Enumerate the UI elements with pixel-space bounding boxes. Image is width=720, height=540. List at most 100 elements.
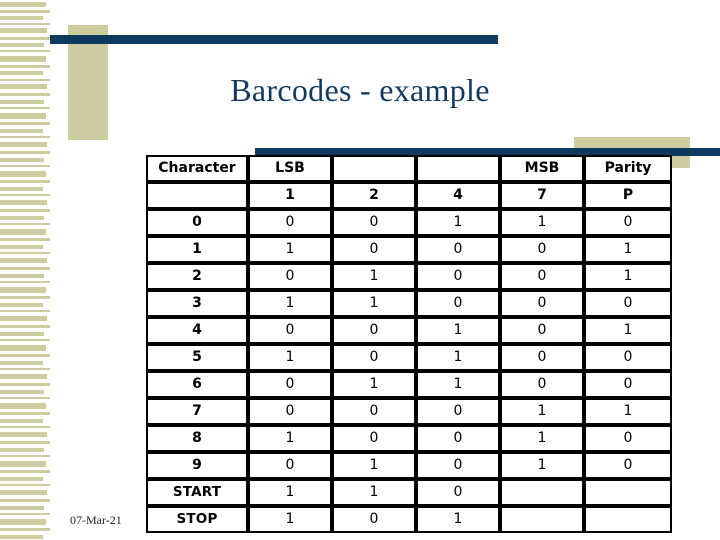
bit-cell <box>500 479 584 506</box>
stripe-line <box>0 374 47 379</box>
stripe-line <box>0 258 47 263</box>
page-title: Barcodes - example <box>230 72 490 108</box>
bit-cell: 0 <box>248 209 332 236</box>
column-header-blank-2 <box>332 155 416 182</box>
column-header-msb: MSB <box>500 155 584 182</box>
bit-cell: 0 <box>500 290 584 317</box>
stripe-line <box>0 223 50 225</box>
table-row: 000110 <box>146 209 672 236</box>
stripe-line <box>0 490 47 495</box>
table-header-row: Character LSB MSB Parity <box>146 155 672 182</box>
stripe-line <box>0 2 46 7</box>
parity-cell <box>584 506 672 533</box>
row-character-label: STOP <box>146 506 248 533</box>
bit-cell: 1 <box>248 425 332 452</box>
stripe-line <box>0 65 50 68</box>
bit-cell: 1 <box>248 506 332 533</box>
footer-date: 07-Mar-21 <box>70 513 122 527</box>
stripe-line <box>0 499 50 502</box>
stripe-line <box>0 158 44 162</box>
bit-cell: 1 <box>500 425 584 452</box>
bit-cell: 0 <box>416 425 500 452</box>
parity-cell: 1 <box>584 263 672 290</box>
stripe-line <box>0 310 50 312</box>
stripe-line <box>0 461 46 467</box>
parity-cell: 0 <box>584 425 672 452</box>
row-character-label: 3 <box>146 290 248 317</box>
stripe-line <box>0 484 50 486</box>
bit-cell: 0 <box>416 398 500 425</box>
stripe-line <box>0 10 50 13</box>
stripe-line <box>0 37 50 40</box>
bit-cell: 0 <box>332 506 416 533</box>
stripe-line <box>0 361 43 365</box>
bit-cell: 0 <box>416 236 500 263</box>
stripe-line <box>0 513 50 515</box>
table-row: 810010 <box>146 425 672 452</box>
row-character-label: 1 <box>146 236 248 263</box>
bit-cell: 1 <box>248 236 332 263</box>
stripe-line <box>0 245 43 249</box>
stripe-line <box>0 412 50 415</box>
stripe-line <box>0 325 50 328</box>
stripe-line <box>0 216 44 220</box>
bit-weight-blank <box>146 182 248 209</box>
parity-cell: 0 <box>584 452 672 479</box>
bit-weight-7: 7 <box>500 182 584 209</box>
bit-weight-4: 4 <box>416 182 500 209</box>
column-header-lsb: LSB <box>248 155 332 182</box>
bit-cell: 0 <box>500 236 584 263</box>
bit-cell: 1 <box>416 317 500 344</box>
stripe-line <box>0 383 50 386</box>
bit-cell: 0 <box>416 263 500 290</box>
stripe-line <box>0 252 50 254</box>
table-row: START 1 1 0 <box>146 479 672 506</box>
stripe-line <box>0 354 50 357</box>
stripe-line <box>0 419 43 423</box>
bit-cell: 0 <box>416 479 500 506</box>
row-character-label: 8 <box>146 425 248 452</box>
stripe-line <box>0 274 44 278</box>
bit-cell: 1 <box>500 452 584 479</box>
parity-cell: 1 <box>584 398 672 425</box>
bit-cell: 0 <box>248 452 332 479</box>
stripe-line <box>0 122 50 125</box>
bit-cell: 1 <box>332 371 416 398</box>
bit-cell: 0 <box>248 317 332 344</box>
parity-cell: 0 <box>584 344 672 371</box>
parity-cell: 0 <box>584 371 672 398</box>
stripe-line <box>0 506 44 510</box>
row-character-label: 9 <box>146 452 248 479</box>
row-character-label: 6 <box>146 371 248 398</box>
bit-cell: 0 <box>248 371 332 398</box>
bit-cell <box>500 506 584 533</box>
stripe-line <box>0 519 46 525</box>
stripe-line <box>0 528 50 531</box>
bit-cell: 1 <box>416 371 500 398</box>
parity-cell: 1 <box>584 236 672 263</box>
slide-canvas: Barcodes - example Character LSB MSB Parity… <box>0 0 720 540</box>
table-row: 700011 <box>146 398 672 425</box>
column-header-parity: Parity <box>584 155 672 182</box>
bit-cell: 1 <box>416 209 500 236</box>
stripe-line <box>0 142 47 147</box>
bit-cell: 0 <box>332 398 416 425</box>
stripe-line <box>0 171 46 177</box>
stripe-line <box>0 16 43 20</box>
bit-cell: 1 <box>248 344 332 371</box>
row-character-label: 4 <box>146 317 248 344</box>
navy-rule-top <box>50 35 498 44</box>
table-row: 901010 <box>146 452 672 479</box>
stripe-line <box>0 390 44 394</box>
stripe-line <box>0 345 46 351</box>
parity-cell: 0 <box>584 290 672 317</box>
stripe-line <box>0 287 46 293</box>
bit-cell: 1 <box>500 398 584 425</box>
column-header-character: Character <box>146 155 248 182</box>
bit-cell: 0 <box>500 344 584 371</box>
bit-weight-p: P <box>584 182 672 209</box>
stripe-line <box>0 180 50 183</box>
bit-cell: 0 <box>332 209 416 236</box>
table-row: 400101 <box>146 317 672 344</box>
bit-cell: 0 <box>416 452 500 479</box>
